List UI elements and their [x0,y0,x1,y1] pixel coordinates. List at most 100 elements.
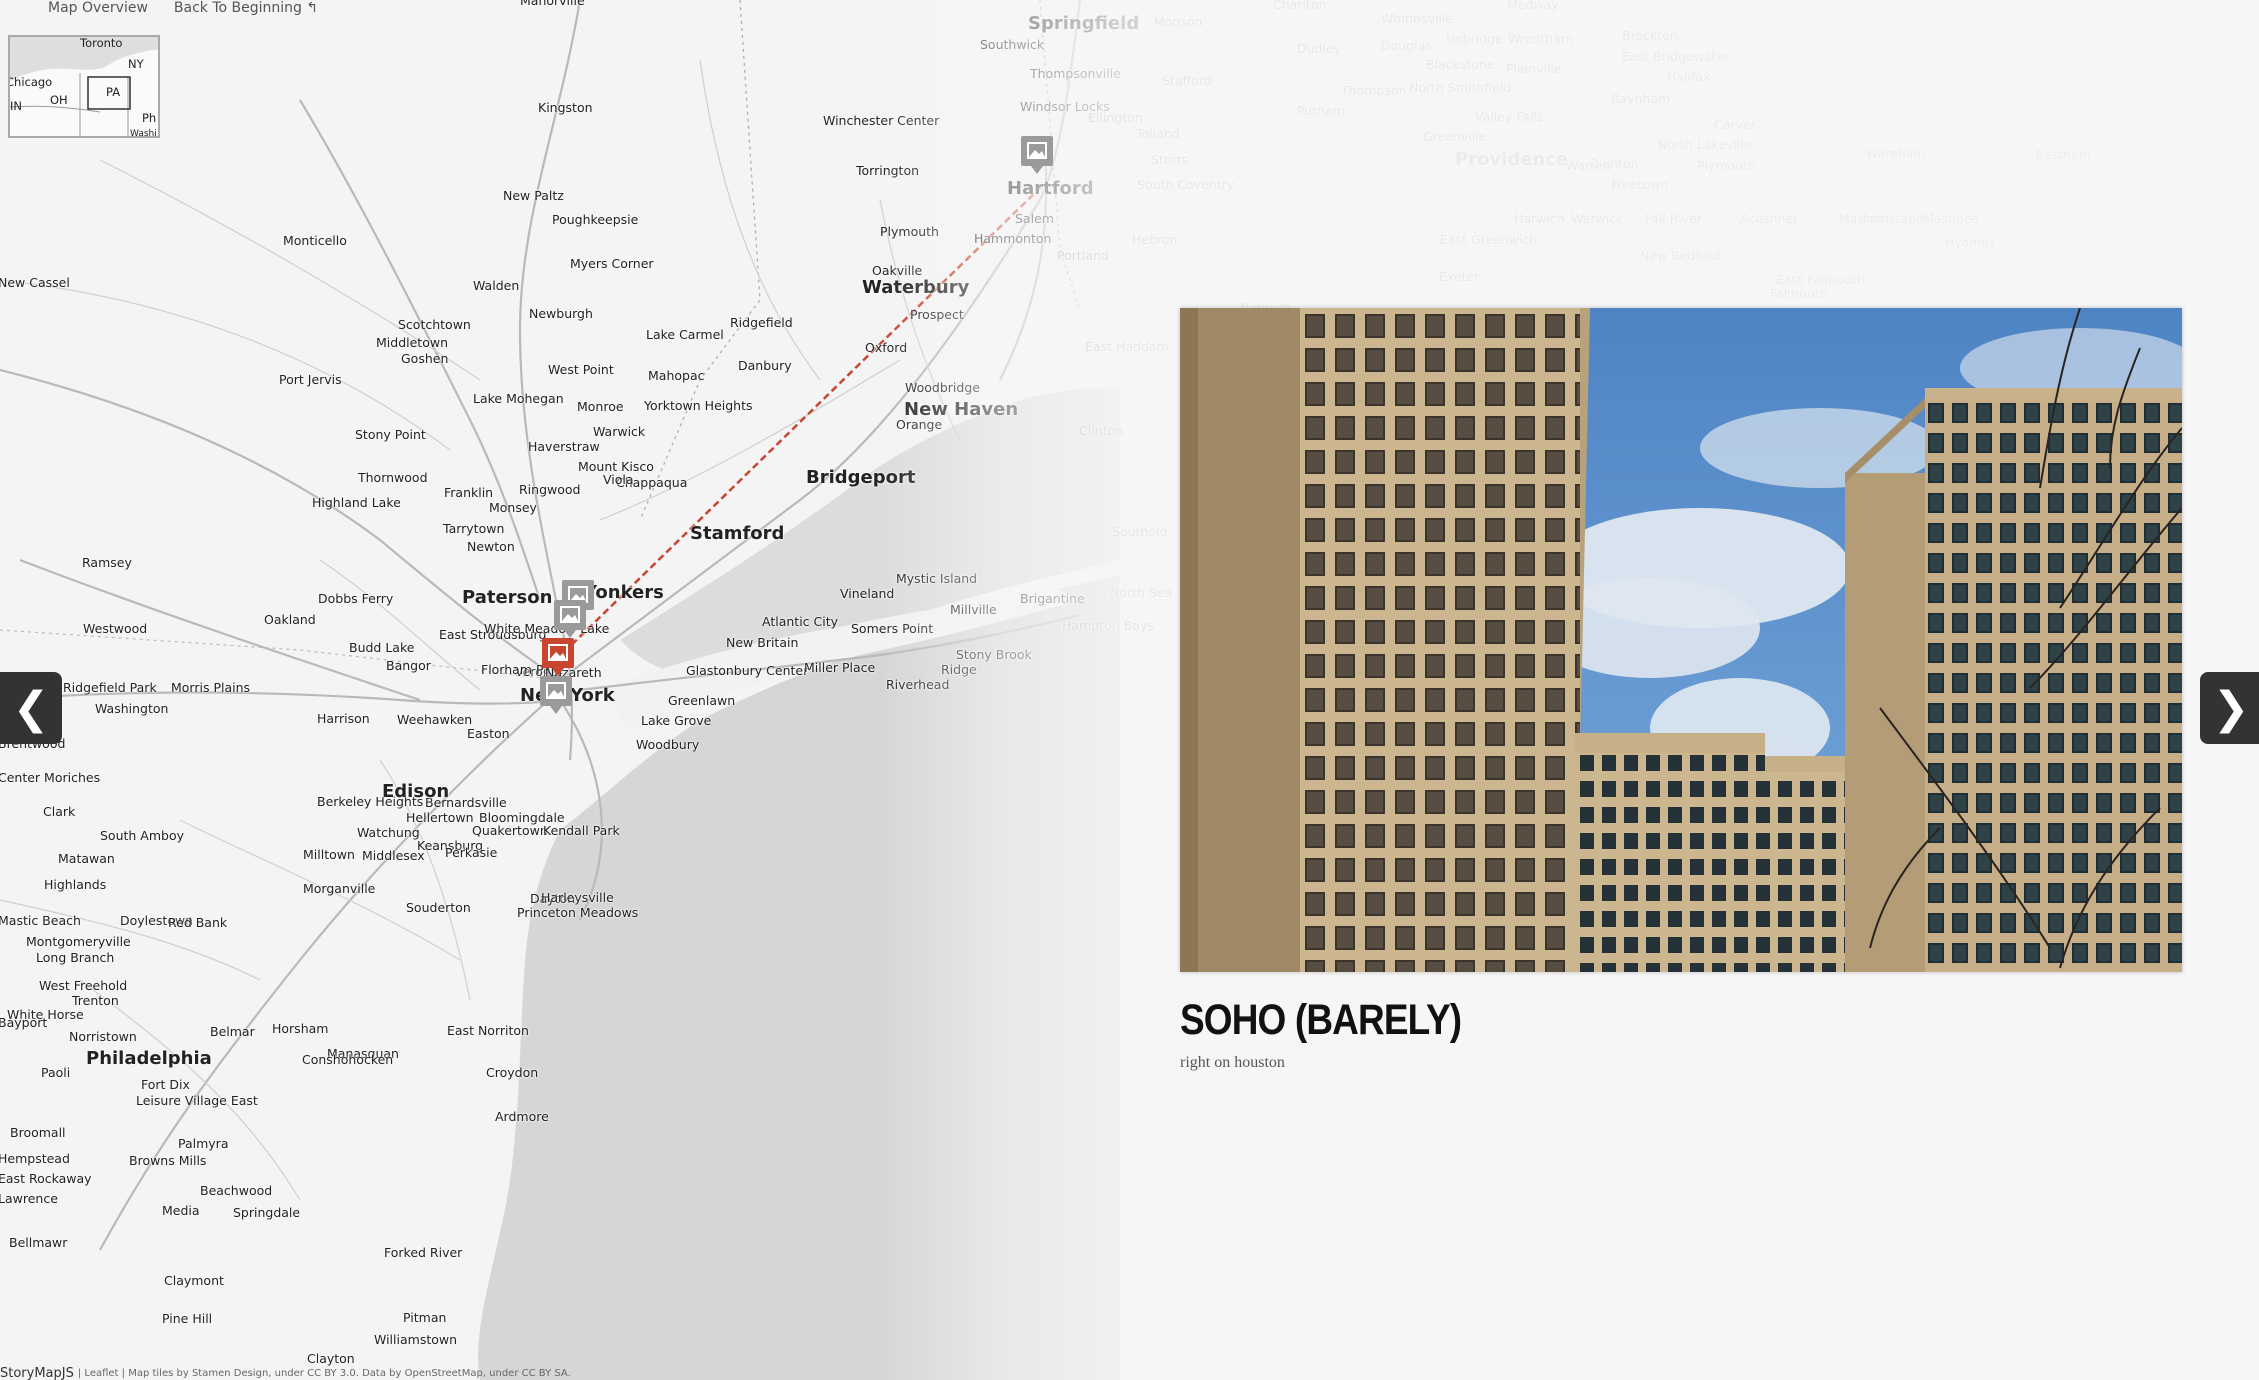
map-place-label: Thompsonville [1030,66,1121,81]
back-to-beginning-link[interactable]: Back To Beginning ↰ [174,0,318,16]
map-place-label: Franklin [444,485,494,500]
map-place-label: Plainville [1506,61,1562,76]
map-place-label: Springdale [233,1205,301,1220]
map-place-label: Mystic Island [896,571,978,586]
map-place-label: Raynham [1611,91,1671,106]
map-place-label: West Freehold [39,978,128,993]
map-place-label: Eastham [2036,147,2091,162]
map-place-label: Montgomeryville [26,934,131,949]
map-place-label: Weehawken [397,712,473,727]
minimap-label: Washi [130,129,157,138]
map-place-label: Watchung [357,825,420,840]
map-place-label: Lake Grove [641,713,712,728]
map-place-label: Souderton [406,900,471,915]
map-place-label: Pitman [403,1310,447,1325]
map-place-label: Paoli [41,1065,71,1080]
map-place-label: Somers Point [851,621,934,636]
map-place-label: Carver [1714,117,1756,132]
map-place-label: Miller Place [804,660,876,675]
map-place-label: Manorville [520,0,585,8]
map-place-label: Hellertown [406,810,474,825]
map-place-label: Media [162,1203,200,1218]
minimap-label: PA [106,85,121,99]
map-marker-new-york[interactable] [538,674,574,718]
map-place-label: Stony Point [355,427,426,442]
map-place-label: Mastic Beach [0,913,81,928]
map-place-label: Woodbury [636,737,700,752]
map-place-label: Thornwood [358,470,428,485]
map-place-label: Marion [1839,211,1882,226]
map-city-label: Bridgeport [806,467,916,488]
map-place-label: Halifax [1667,69,1711,84]
minimap[interactable]: Toronto NY Chicago IN OH PA Ph Washi [8,35,160,138]
map-place-label: Milltown [303,847,355,862]
map-place-label: Clark [43,804,76,819]
map-place-label: West Point [548,362,614,377]
map-place-label: Highlands [44,877,107,892]
map-place-label: Middletown [376,335,448,350]
map-place-label: Morris Plains [171,680,251,695]
map-place-label: Highland Lake [312,495,401,510]
map-place-label: Millville [950,602,997,617]
map-place-label: Putnam [1297,103,1345,118]
map-place-label: North Lakeville [1658,137,1752,152]
map-marker-hartford[interactable] [1019,134,1055,178]
map-place-label: Prospect [910,307,964,322]
map-place-label: Fort Dix [141,1077,190,1092]
map-place-label: Long Branch [36,950,115,965]
storymapjs-brand[interactable]: StoryMapJS [0,1366,74,1380]
map-place-label: Princeton Meadows [517,905,639,920]
map-place-label: Blackstone [1426,57,1495,72]
map-place-label: Monsey [489,500,537,515]
map-place-label: Valley Falls [1475,109,1544,124]
map-place-label: North Smithfield [1409,80,1512,95]
map-place-label: Forked River [384,1245,463,1260]
minimap-label: OH [50,93,68,107]
minimap-label: Ph [142,111,157,125]
map-place-label: Plymouth [1697,158,1756,173]
map-place-label: Hammonton [974,231,1052,246]
map-place-label: Stafford [1162,73,1212,88]
map-place-label: Easton [467,726,510,741]
map-place-label: Conshohocken [302,1052,394,1067]
map-place-label: Southwick [980,37,1045,52]
map-place-label: Kendall Park [543,823,620,838]
next-slide-button[interactable]: ❯ [2200,672,2259,744]
map-place-label: Kingston [538,100,593,115]
map-place-label: Monroe [577,399,624,414]
map-place-label: Torrington [856,163,920,178]
map-city-label: Paterson [462,587,553,608]
map-place-label: Ridgefield Park [63,680,157,695]
chevron-right-icon: ❯ [2212,682,2250,734]
minimap-label: NY [128,57,144,71]
map-place-label: Beachwood [200,1183,273,1198]
map-place-label: Salem [1015,211,1054,226]
map-city-label: Edison [382,781,450,802]
map-place-label: Fall River [1645,211,1703,226]
map-place-label: Broomall [10,1125,66,1140]
map-place-label: Warwick [593,424,646,439]
map-place-label: Myers Corner [570,256,654,271]
map-overview-link[interactable]: Map Overview [48,0,148,16]
map-place-label: Hempstead [0,1151,70,1166]
map-place-label: Atlantic City [762,614,839,629]
map-place-label: Warren [1566,158,1611,173]
map-marker-active[interactable] [540,636,576,680]
minimap-label: Toronto [80,36,123,50]
map-place-label: Harrison [317,711,370,726]
map-place-label: Haverstraw [528,439,600,454]
previous-slide-button[interactable]: ❮ [0,672,62,744]
map-place-label: Williamstown [374,1332,458,1347]
map-place-label: Lake Carmel [646,327,724,342]
map-city-label: Waterbury [862,277,970,298]
map-place-label: New Bedford [1640,248,1721,263]
map-place-label: Claymont [164,1273,224,1288]
map-city-label: Hartford [1007,178,1094,199]
map-place-label: East Greenwich [1440,232,1538,247]
map-place-label: Viola [603,472,634,487]
map-place-label: Morganville [303,881,376,896]
map-place-label: Matawan [58,851,115,866]
map-place-label: Glastonbury Center [686,663,809,678]
map-place-label: Mashpee [1923,211,1980,226]
map-place-label: Port Jervis [279,372,342,387]
